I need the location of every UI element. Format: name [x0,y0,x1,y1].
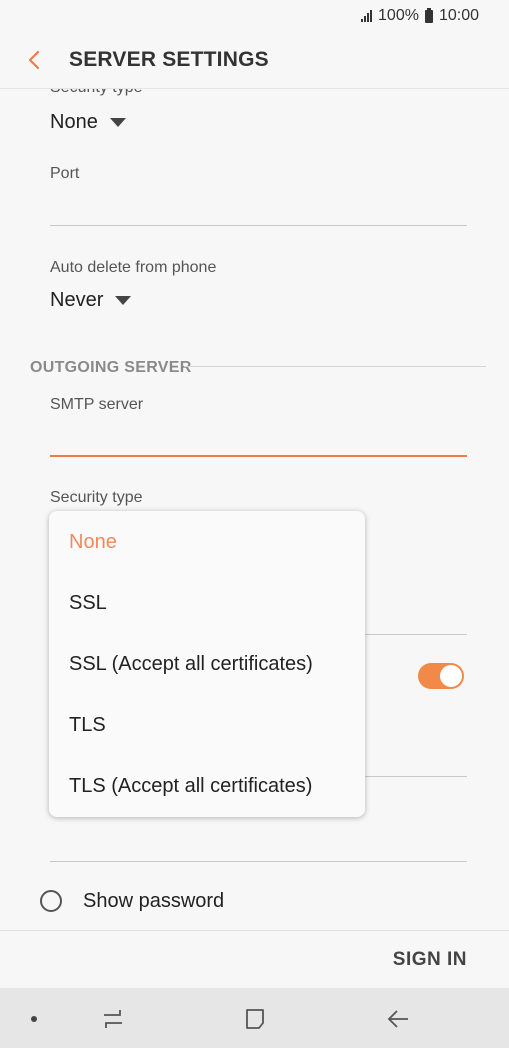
port-label: Port [50,165,80,182]
port-underline [50,225,467,226]
clock: 10:00 [438,7,479,24]
app-header: SERVER SETTINGS [0,32,509,89]
auto-delete-value: Never [50,289,104,311]
outgoing-server-section-title: OUTGOING SERVER [30,359,192,376]
password-underline [50,861,467,862]
accept-certificates-toggle[interactable] [418,663,464,689]
incoming-security-type-label: Security type [50,89,142,97]
dropdown-option-tls-accept-all[interactable]: TLS (Accept all certificates) [69,775,312,798]
battery-icon [424,7,433,23]
back-arrow-icon [28,50,40,70]
smtp-server-input[interactable] [50,419,467,455]
auto-delete-label: Auto delete from phone [50,259,217,276]
status-indicators: 100% 10:00 [361,7,479,25]
back-button[interactable] [24,48,48,72]
dropdown-caret-icon [115,296,132,305]
dropdown-caret-icon [109,118,126,127]
field-underline [365,776,467,777]
system-nav-bar [0,988,509,1048]
nav-dot-icon[interactable] [31,1016,37,1022]
dropdown-option-none[interactable]: None [69,531,117,554]
field-underline [365,634,467,635]
incoming-security-type-value: None [50,111,98,133]
outgoing-security-type-label: Security type [50,489,143,506]
section-divider [184,366,486,367]
dropdown-option-ssl[interactable]: SSL [69,592,107,615]
status-bar: 100% 10:00 [0,0,509,32]
auto-delete-select[interactable]: Never [50,289,132,312]
incoming-security-type-select[interactable]: None [50,111,126,134]
battery-percent: 100% [378,7,419,24]
home-icon[interactable] [243,1006,269,1032]
nav-back-icon[interactable] [385,1006,411,1032]
show-password-checkbox[interactable] [40,890,62,912]
recent-apps-icon[interactable] [100,1006,126,1032]
show-password-label: Show password [83,890,225,912]
security-type-dropdown: None SSL SSL (Accept all certificates) T… [49,511,365,817]
toggle-knob [440,665,462,687]
smtp-server-underline [50,455,467,457]
bottom-action-bar: SIGN IN [0,930,509,989]
dropdown-option-tls[interactable]: TLS [69,714,106,737]
signal-icon [361,10,373,22]
smtp-server-label: SMTP server [50,396,144,413]
page-title: SERVER SETTINGS [69,48,269,71]
port-input[interactable] [50,189,467,225]
sign-in-button[interactable]: SIGN IN [393,949,467,971]
dropdown-option-ssl-accept-all[interactable]: SSL (Accept all certificates) [69,653,313,676]
